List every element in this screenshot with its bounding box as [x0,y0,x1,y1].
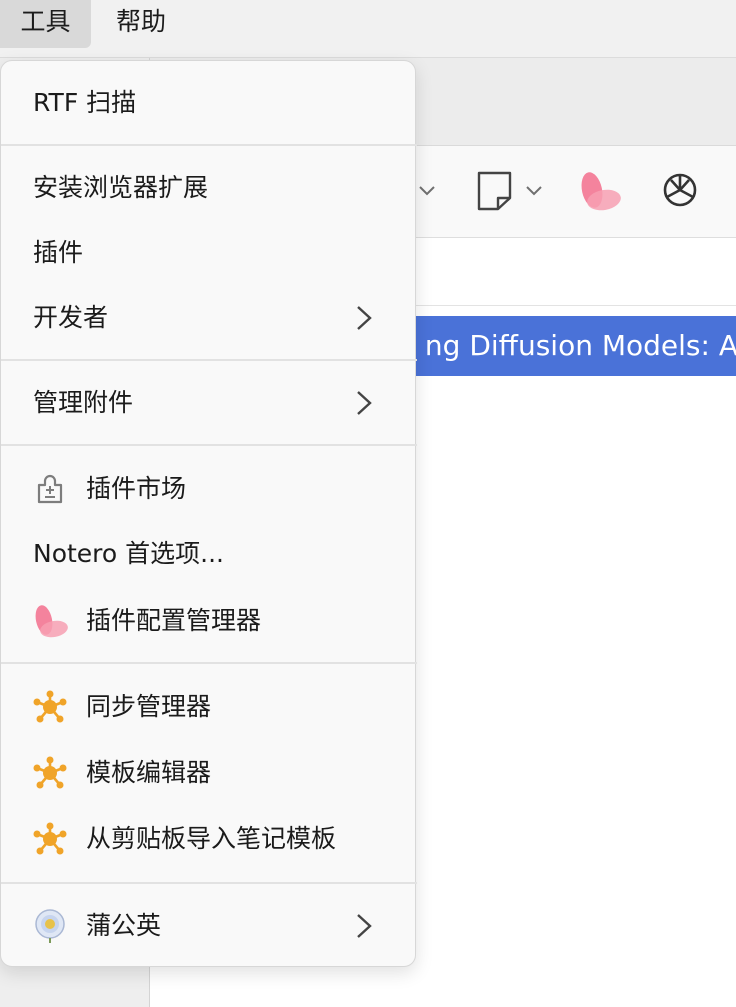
hub-icon [33,822,67,855]
openai-icon[interactable] [658,168,702,212]
menu-item-developer[interactable]: 开发者 [1,288,417,348]
menu-item-label: 模板编辑器 [86,758,212,787]
menu-item-label: 从剪贴板导入笔记模板 [86,824,337,853]
plugin-market-icon [37,474,63,504]
menu-item-label: 管理附件 [33,388,134,417]
menu-help[interactable]: 帮助 [98,0,184,48]
petal-icon[interactable] [578,170,622,212]
hub-icon [33,756,67,789]
menu-item-dandelion[interactable]: 蒲公英 [1,896,417,956]
menu-item-label: 插件 [33,238,84,267]
menu-item-label: 安装浏览器扩展 [33,173,209,202]
menu-bar: 工具 帮助 [0,0,736,58]
menu-item-rtf-scan[interactable]: RTF 扫描 [1,73,417,133]
menu-item-manage-attachments[interactable]: 管理附件 [1,373,417,433]
menu-item-install-browser-extension[interactable]: 安装浏览器扩展 [1,158,417,218]
menu-item-label: RTF 扫描 [33,88,137,117]
menu-item-label: 蒲公英 [86,911,162,940]
menu-item-template-editor[interactable]: 模板编辑器 [1,743,417,803]
chevron-down-icon[interactable] [522,178,546,202]
chevron-right-icon [357,914,372,938]
menu-item-plugin-config-manager[interactable]: 插件配置管理器 [1,591,417,651]
menu-item-label: 同步管理器 [86,692,212,721]
chevron-down-icon[interactable] [415,178,439,202]
petal-icon [35,605,68,638]
menu-item-label: 插件市场 [86,474,187,503]
menu-item-plugins[interactable]: 插件 [1,223,417,283]
hub-icon [33,690,67,723]
tools-menu: RTF 扫描 安装浏览器扩展 插件 开发者 管理附件 插件市场 Notero 首… [0,60,417,967]
menu-separator [1,444,417,446]
menu-item-notero-preferences[interactable]: Notero 首选项... [1,524,417,584]
selected-item-title: ng Diffusion Models: A [424,329,736,362]
menu-separator [1,359,417,361]
menu-tools[interactable]: 工具 [0,0,91,48]
menu-item-import-note-template[interactable]: 从剪贴板导入笔记模板 [1,809,417,869]
note-icon[interactable] [476,170,514,212]
menu-separator [1,144,417,146]
chevron-right-icon [357,306,372,330]
menu-item-sync-manager[interactable]: 同步管理器 [1,677,417,737]
menu-item-label: 开发者 [33,303,109,332]
menu-item-plugin-market[interactable]: 插件市场 [1,459,417,519]
dandelion-icon [35,909,65,943]
menu-separator [1,662,417,664]
menu-separator [1,882,417,884]
menu-item-label: Notero 首选项... [33,539,224,568]
chevron-right-icon [357,391,372,415]
menu-item-label: 插件配置管理器 [86,606,262,635]
